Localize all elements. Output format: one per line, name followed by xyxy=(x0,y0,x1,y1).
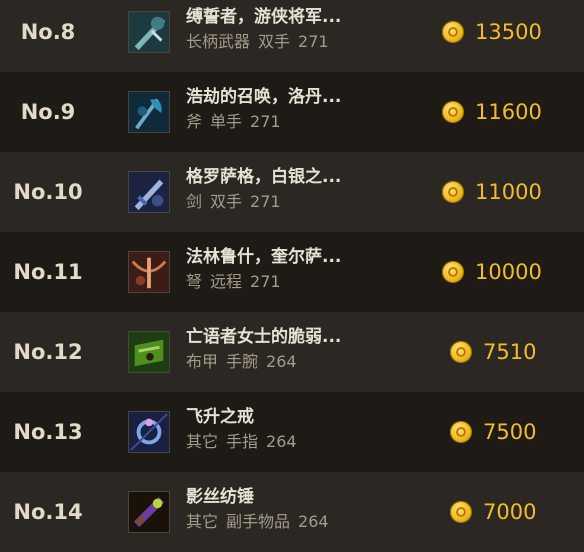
axe-icon[interactable] xyxy=(128,91,170,133)
item-type: 其它 xyxy=(186,512,219,531)
item-slot: 副手物品 xyxy=(226,512,291,531)
item-level: 271 xyxy=(250,272,281,291)
list-item[interactable]: No.14 影丝纺锤 其它 副手物品 264 7000 xyxy=(0,472,584,552)
price-amount: 13500 xyxy=(475,20,542,44)
item-meta: 布甲 手腕 264 xyxy=(186,348,305,372)
item-level: 271 xyxy=(298,32,329,51)
gold-coin-icon xyxy=(450,421,472,443)
ring-icon[interactable] xyxy=(128,411,170,453)
price: 11000 xyxy=(442,180,542,204)
gold-coin-icon xyxy=(442,181,464,203)
item-meta: 长柄武器 双手 271 xyxy=(186,28,337,52)
rank-label: No.12 xyxy=(13,340,83,364)
gold-coin-icon xyxy=(442,101,464,123)
bracer-icon[interactable] xyxy=(128,331,170,373)
item-type: 长柄武器 xyxy=(186,32,251,51)
item-slot: 双手 xyxy=(258,32,291,51)
item-type: 其它 xyxy=(186,432,219,451)
rank-label: No.14 xyxy=(13,500,83,524)
price-amount: 7000 xyxy=(483,500,537,524)
item-level: 264 xyxy=(298,512,329,531)
price: 13500 xyxy=(442,20,542,44)
item-meta: 斧单手 271 xyxy=(186,108,289,132)
price: 7500 xyxy=(450,420,536,444)
item-meta: 剑双手 271 xyxy=(186,188,289,212)
price: 7000 xyxy=(450,500,536,524)
price: 11600 xyxy=(442,100,542,124)
rank-label: No.10 xyxy=(13,180,83,204)
rank-label: No.8 xyxy=(20,20,76,44)
item-type: 剑 xyxy=(186,192,203,211)
gold-coin-icon xyxy=(450,501,472,523)
sword-icon[interactable] xyxy=(128,171,170,213)
list-item[interactable]: No.10 格罗萨格，白银之... 剑双手 271 11000 xyxy=(0,152,584,232)
list-item[interactable]: No.9 浩劫的召唤，洛丹... 斧单手 271 11600 xyxy=(0,72,584,152)
item-level: 271 xyxy=(250,112,281,131)
item-name[interactable]: 格罗萨格，白银之... xyxy=(186,162,341,187)
gold-coin-icon xyxy=(442,21,464,43)
rank-label: No.13 xyxy=(13,420,83,444)
item-slot: 手指 xyxy=(226,432,259,451)
item-type: 弩 xyxy=(186,272,203,291)
item-name[interactable]: 浩劫的召唤，洛丹... xyxy=(186,82,341,107)
item-level: 264 xyxy=(266,432,297,451)
price-amount: 7500 xyxy=(483,420,537,444)
item-name[interactable]: 法林鲁什，奎尔萨... xyxy=(186,242,341,267)
gold-coin-icon xyxy=(442,261,464,283)
list-item[interactable]: No.13 飞升之戒 其它 手指 264 7500 xyxy=(0,392,584,472)
item-level: 264 xyxy=(266,352,297,371)
polearm-icon[interactable] xyxy=(128,11,170,53)
price-amount: 11600 xyxy=(475,100,542,124)
rank-label: No.9 xyxy=(20,100,76,124)
item-type: 布甲 xyxy=(186,352,219,371)
item-slot: 单手 xyxy=(210,112,243,131)
list-item[interactable]: No.11 法林鲁什，奎尔萨... 弩远程 271 10000 xyxy=(0,232,584,312)
price-amount: 10000 xyxy=(475,260,542,284)
spindle-icon[interactable] xyxy=(128,491,170,533)
price-amount: 7510 xyxy=(483,340,537,364)
item-name[interactable]: 缚誓者，游侠将军... xyxy=(186,2,341,27)
item-name[interactable]: 影丝纺锤 xyxy=(186,482,254,507)
crossbow-icon[interactable] xyxy=(128,251,170,293)
item-ranking-list: No.8 缚誓者，游侠将军... 长柄武器 双手 271 13500 No.9 浩劫… xyxy=(0,0,584,552)
list-item[interactable]: No.8 缚誓者，游侠将军... 长柄武器 双手 271 13500 xyxy=(0,0,584,72)
item-type: 斧 xyxy=(186,112,203,131)
item-name[interactable]: 飞升之戒 xyxy=(186,402,254,427)
price: 10000 xyxy=(442,260,542,284)
price-amount: 11000 xyxy=(475,180,542,204)
item-slot: 手腕 xyxy=(226,352,259,371)
item-meta: 其它 副手物品 264 xyxy=(186,508,337,532)
item-slot: 双手 xyxy=(210,192,243,211)
rank-label: No.11 xyxy=(13,260,83,284)
price: 7510 xyxy=(450,340,536,364)
gold-coin-icon xyxy=(450,341,472,363)
list-item[interactable]: No.12 亡语者女士的脆弱... 布甲 手腕 264 7510 xyxy=(0,312,584,392)
item-meta: 弩远程 271 xyxy=(186,268,289,292)
item-meta: 其它 手指 264 xyxy=(186,428,305,452)
item-level: 271 xyxy=(250,192,281,211)
item-name[interactable]: 亡语者女士的脆弱... xyxy=(186,322,341,347)
item-slot: 远程 xyxy=(210,272,243,291)
